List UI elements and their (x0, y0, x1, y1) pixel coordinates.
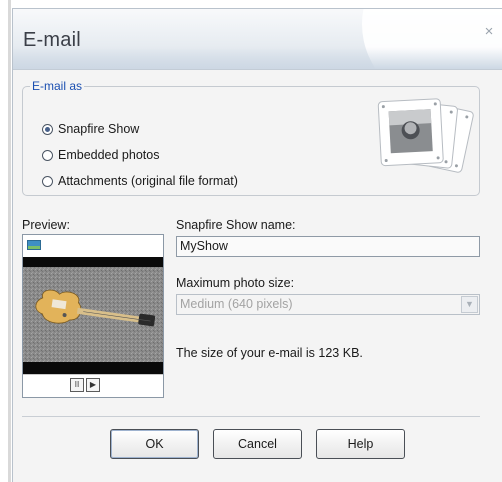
radio-snapfire-show[interactable]: Snapfire Show (42, 120, 139, 138)
help-button[interactable]: Help (316, 429, 405, 459)
radio-embedded-photos[interactable]: Embedded photos (42, 146, 159, 164)
title-bar: E-mail × (13, 9, 502, 70)
show-name-label: Snapfire Show name: (176, 218, 296, 232)
preview-controls: II ▶ (23, 374, 163, 397)
radio-button[interactable] (42, 175, 53, 187)
radio-label-snapfire-show: Snapfire Show (58, 122, 140, 136)
photo-slides-icon (377, 98, 474, 173)
ok-button[interactable]: OK (110, 429, 199, 459)
photo-size-value: Medium (640 pixels) (180, 297, 293, 311)
preview-image (23, 257, 163, 375)
radio-attachments[interactable]: Attachments (original file format) (42, 172, 238, 190)
email-size-info: The size of your e-mail is 123 KB. (176, 346, 363, 360)
close-icon[interactable]: × (480, 23, 498, 41)
photo-size-dropdown[interactable]: Medium (640 pixels) ▼ (176, 294, 480, 315)
email-as-legend: E-mail as (30, 79, 85, 93)
pause-button[interactable]: II (70, 378, 84, 392)
preview-toolbar (23, 235, 163, 257)
flag-icon[interactable] (27, 240, 41, 250)
cancel-button[interactable]: Cancel (213, 429, 302, 459)
photo-size-label: Maximum photo size: (176, 276, 295, 290)
title-bar-sheen (13, 47, 502, 69)
divider (22, 416, 480, 417)
radio-label-attachments: Attachments (original file format) (58, 174, 238, 188)
preview-label: Preview: (22, 218, 70, 232)
radio-button-selected[interactable] (42, 123, 53, 135)
show-name-input[interactable]: MyShow (176, 236, 480, 257)
radio-label-embedded-photos: Embedded photos (58, 148, 160, 162)
dialog-title: E-mail (23, 29, 81, 51)
chevron-down-icon[interactable]: ▼ (461, 296, 478, 313)
radio-button[interactable] (42, 149, 53, 161)
window-edge (0, 0, 12, 482)
play-button[interactable]: ▶ (86, 378, 100, 392)
preview-pane: II ▶ (22, 234, 164, 398)
